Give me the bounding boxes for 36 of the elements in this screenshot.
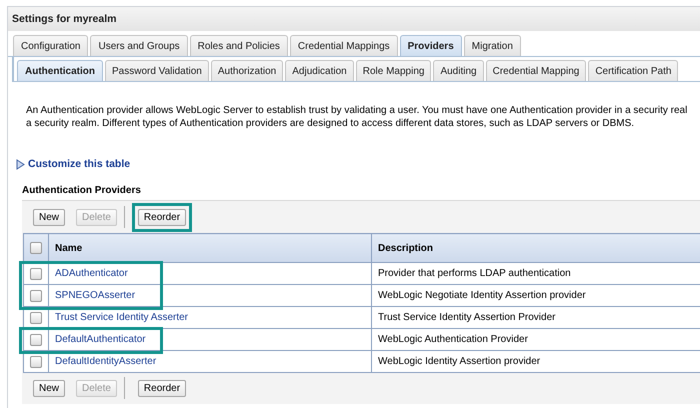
customize-table-link[interactable]: Customize this table	[28, 158, 130, 170]
expand-triangle-icon	[16, 158, 25, 170]
subtab[interactable]: Adjudication	[285, 60, 354, 81]
provider-link[interactable]: DefaultIdentityAsserter	[55, 356, 156, 367]
subtab[interactable]: Authorization	[210, 60, 284, 81]
row-checkbox[interactable]	[30, 334, 42, 346]
action-button[interactable]: New	[33, 380, 66, 396]
subtab[interactable]: Certification Path	[588, 60, 678, 81]
action-button[interactable]: New	[33, 208, 66, 226]
tab[interactable]: Migration	[464, 35, 521, 56]
row-checkbox[interactable]	[30, 356, 42, 368]
column-header: Name	[48, 234, 372, 262]
tab[interactable]: Configuration	[13, 35, 88, 56]
tab[interactable]: Providers	[400, 35, 462, 56]
subtab[interactable]: Authentication	[17, 60, 103, 81]
tab[interactable]: Users and Groups	[90, 35, 188, 56]
table-title: Authentication Providers	[21, 184, 142, 198]
action-button[interactable]: Reorder	[138, 380, 186, 396]
subtab[interactable]: Password Validation	[105, 60, 209, 81]
subtab[interactable]: Role Mapping	[356, 60, 432, 81]
column-header: Description	[372, 234, 700, 262]
provider-link[interactable]: SPNEGOAsserter	[55, 290, 136, 301]
action-button[interactable]: Reorder	[138, 208, 186, 226]
subtab[interactable]: Credential Mapping	[486, 60, 586, 81]
row-checkbox[interactable]	[30, 268, 42, 280]
row-checkbox[interactable]	[30, 312, 42, 324]
tab[interactable]: Credential Mappings	[290, 35, 398, 56]
row-checkbox[interactable]	[30, 290, 42, 302]
intro-text: a security realm. Different types of Authentication providers are designed to access different data stores, such as LDAP servers or DBMS.	[26, 117, 636, 130]
tab[interactable]: Roles and Policies	[190, 35, 288, 56]
panel-title: Settings for myrealm	[8, 7, 700, 31]
provider-link[interactable]: DefaultAuthenticator	[55, 334, 146, 345]
intro-text: An Authentication provider allows WebLogic Server to establish trust by validating a user. You must have one Authentication provider in a security real	[26, 104, 688, 117]
provider-link[interactable]: ADAuthenticator	[55, 268, 128, 279]
subtab[interactable]: Auditing	[433, 60, 484, 81]
select-all-checkbox[interactable]	[30, 242, 42, 254]
